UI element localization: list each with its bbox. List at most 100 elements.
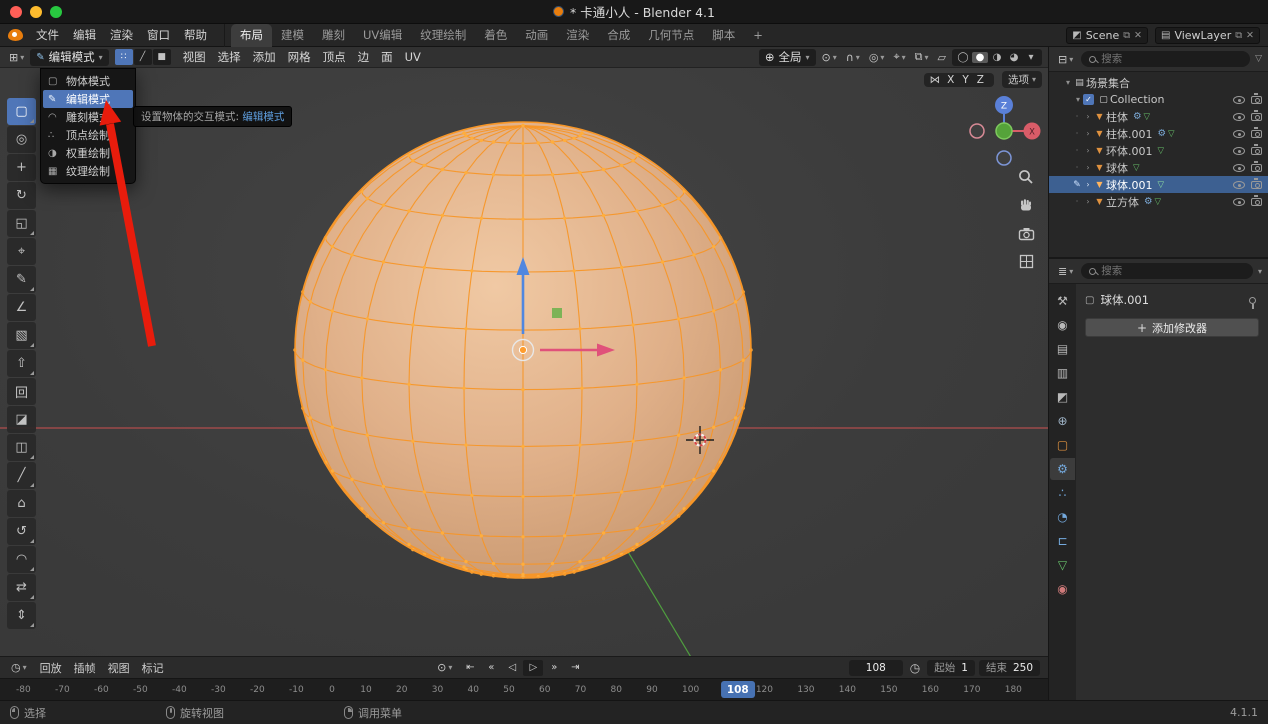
properties-tab-view-layer[interactable]: ▥ (1050, 362, 1075, 384)
workspace-tab-animation[interactable]: 动画 (516, 24, 557, 47)
jump-to-start-button[interactable]: ⇤ (460, 660, 480, 676)
tool-knife[interactable]: ╱ (7, 462, 36, 489)
play-reverse-button[interactable]: ◁ (502, 660, 522, 676)
properties-tab-object[interactable]: ▢ (1050, 434, 1075, 456)
minimize-window-button[interactable] (30, 6, 42, 18)
blender-menu-icon[interactable] (8, 29, 23, 41)
mode-selector-dropdown[interactable]: ✎ 编辑模式 ▾ (30, 49, 108, 66)
hide-in-viewport-icon[interactable] (1233, 113, 1245, 121)
viewport-menu-face[interactable]: 面 (375, 48, 399, 66)
mesh-data-icon[interactable]: ▽ (1133, 163, 1140, 173)
pivot-point-dropdown[interactable]: ⊙▾ (819, 51, 840, 64)
mesh-data-icon[interactable]: ▽ (1144, 112, 1151, 122)
shading-dropdown-icon[interactable]: ▾ (1023, 52, 1039, 63)
next-keyframe-button[interactable]: » (544, 660, 564, 676)
tool-loop-cut[interactable]: ◫ (7, 434, 36, 461)
camera-view-button[interactable] (1015, 222, 1037, 244)
snap-toggle[interactable]: ∩▾ (843, 51, 863, 64)
mode-menu-item-sculpt[interactable]: ◠ 雕刻模式 (43, 108, 133, 126)
new-view-layer-icon[interactable]: ⧉ (1235, 30, 1242, 41)
workspace-tab-texture-paint[interactable]: 纹理绘制 (411, 24, 475, 47)
hide-in-viewport-icon[interactable] (1233, 198, 1245, 206)
disable-in-renders-icon[interactable] (1251, 147, 1262, 155)
outliner-editor-type-dropdown[interactable]: ⊟▾ (1055, 53, 1076, 66)
workspace-tab-sculpting[interactable]: 雕刻 (313, 24, 354, 47)
tool-edge-slide[interactable]: ⇄ (7, 574, 36, 601)
outliner-row-object-selected[interactable]: ✎› ▼ 球体.001 ▽ (1049, 176, 1268, 193)
modifier-icon[interactable]: ⚙ (1158, 128, 1167, 139)
properties-tab-output[interactable]: ▤ (1050, 338, 1075, 360)
properties-search-input[interactable] (1101, 265, 1245, 277)
mesh-data-icon[interactable]: ▽ (1158, 180, 1165, 190)
add-workspace-button[interactable]: + (744, 24, 772, 47)
viewport-menu-add[interactable]: 添加 (247, 48, 282, 66)
hide-in-viewport-icon[interactable] (1233, 164, 1245, 172)
disable-in-renders-icon[interactable] (1251, 96, 1262, 104)
viewport-menu-view[interactable]: 视图 (177, 48, 212, 66)
timeline-menu-markers[interactable]: 标记 (136, 659, 170, 677)
workspace-tab-shading[interactable]: 着色 (475, 24, 516, 47)
outliner-row-object[interactable]: ·› ▼ 球体 ▽ (1049, 159, 1268, 176)
viewport-3d[interactable]: ▢◎+↻◱⌖✎∠▧⇧回◪◫╱⌂↺◠⇄⇕ ▢ 物体模式 ✎ 编辑模式 (0, 68, 1048, 656)
viewport-menu-select[interactable]: 选择 (212, 48, 247, 66)
properties-tab-physics[interactable]: ◔ (1050, 506, 1075, 528)
face-select-mode-button[interactable]: ■ (153, 49, 171, 65)
disable-in-renders-icon[interactable] (1251, 113, 1262, 121)
tool-inset-faces[interactable]: 回 (7, 378, 36, 405)
workspace-tab-layout[interactable]: 布局 (231, 24, 272, 47)
timeline-menu-playback[interactable]: 回放 (34, 659, 68, 677)
frame-end-field[interactable]: 结束 250 (979, 660, 1040, 676)
workspace-tab-uv-editing[interactable]: UV编辑 (354, 24, 411, 47)
viewport-menu-edge[interactable]: 边 (352, 48, 376, 66)
toggle-orthographic-button[interactable] (1015, 250, 1037, 272)
workspace-tab-modeling[interactable]: 建模 (272, 24, 313, 47)
properties-tab-material[interactable]: ◉ (1050, 578, 1075, 600)
properties-tab-constraints[interactable]: ⊏ (1050, 530, 1075, 552)
auto-keying-toggle[interactable]: ⊙▾ (433, 661, 456, 674)
tool-3d-cursor[interactable]: ◎ (7, 126, 36, 153)
menu-help[interactable]: 帮助 (177, 25, 214, 45)
pan-button[interactable] (1015, 194, 1037, 216)
properties-tab-modifiers[interactable]: ⚙ (1050, 458, 1075, 480)
mode-menu-item-edit[interactable]: ✎ 编辑模式 (43, 90, 133, 108)
properties-editor-type-dropdown[interactable]: ≣▾ (1055, 265, 1076, 278)
playhead-badge[interactable]: 108 (721, 681, 755, 698)
viewport-menu-mesh[interactable]: 网格 (282, 48, 317, 66)
collection-checkbox[interactable]: ✓ (1083, 94, 1094, 105)
tool-shrink-fatten[interactable]: ⇕ (7, 602, 36, 629)
proportional-editing-toggle[interactable]: ◎▾ (866, 51, 888, 64)
current-frame-field[interactable]: 108 (849, 660, 903, 676)
tool-scale[interactable]: ◱ (7, 210, 36, 237)
disable-in-renders-icon[interactable] (1251, 164, 1262, 172)
outliner-row-object[interactable]: ·› ▼ 柱体 ⚙ ▽ (1049, 108, 1268, 125)
outliner-search[interactable] (1081, 51, 1250, 67)
properties-tab-render[interactable]: ◉ (1050, 314, 1075, 336)
timeline-editor-type-dropdown[interactable]: ◷▾ (8, 661, 30, 674)
outliner-row-object[interactable]: ·› ▼ 环体.001 ▽ (1049, 142, 1268, 159)
modifier-icon[interactable]: ⚙ (1144, 196, 1153, 207)
mirror-axis-toggle[interactable]: Z (973, 74, 988, 86)
workspace-tab-rendering[interactable]: 渲染 (557, 24, 598, 47)
tool-move[interactable]: + (7, 154, 36, 181)
filter-icon[interactable]: ▽ (1255, 54, 1262, 64)
viewport-menu-vertex[interactable]: 顶点 (317, 48, 352, 66)
toggle-xray-button[interactable]: ▱ (935, 51, 949, 64)
vertex-select-mode-button[interactable]: ∷ (115, 49, 133, 65)
properties-search[interactable] (1081, 263, 1253, 279)
tool-select-box[interactable]: ▢ (7, 98, 36, 125)
rendered-shading-button[interactable]: ◕ (1006, 52, 1022, 63)
properties-tab-data[interactable]: ▽ (1050, 554, 1075, 576)
tool-measure[interactable]: ∠ (7, 294, 36, 321)
add-modifier-button[interactable]: + 添加修改器 (1085, 318, 1259, 337)
mirror-axis-toggle[interactable]: X (943, 74, 958, 86)
timeline-menu-view[interactable]: 视图 (102, 659, 136, 677)
use-preview-range-toggle[interactable]: ◷ (907, 661, 923, 675)
pin-icon[interactable] (1249, 297, 1256, 304)
workspace-tab-compositing[interactable]: 合成 (598, 24, 639, 47)
remove-view-layer-icon[interactable]: ✕ (1246, 30, 1254, 41)
mirror-axis-toggle[interactable]: Y (958, 74, 972, 86)
transform-orientation-dropdown[interactable]: ⊕ 全局 ▾ (759, 49, 816, 66)
workspace-tab-geometry-nodes[interactable]: 几何节点 (639, 24, 703, 47)
scene-selector[interactable]: ◩ Scene ⧉ ✕ (1066, 27, 1148, 44)
frame-start-field[interactable]: 起始 1 (927, 660, 975, 676)
